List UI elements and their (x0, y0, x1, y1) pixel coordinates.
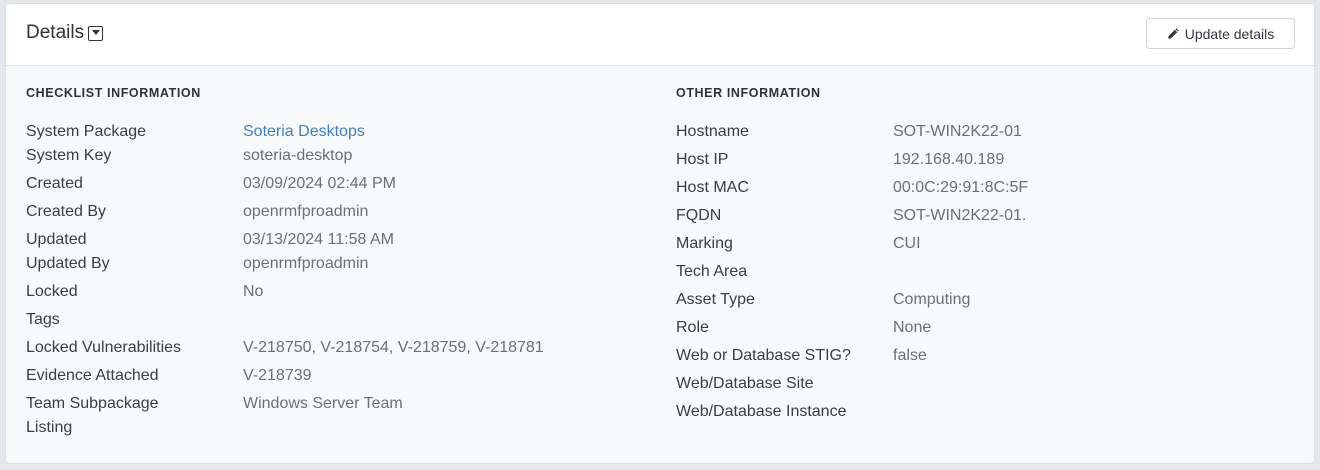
locked-vulnerabilities-label: Locked Vulnerabilities (26, 339, 182, 356)
role-value: None (893, 319, 932, 336)
host-ip-value: 192.168.40.189 (893, 151, 1005, 168)
evidence-attached-label: Evidence Attached (26, 367, 159, 384)
tags-label: Tags (26, 311, 60, 328)
updated-value: 03/13/2024 11:58 AM (243, 231, 394, 248)
web-or-database-stig-label: Web or Database STIG? (676, 347, 851, 364)
other-information-section: OTHER INFORMATION Hostname SOT-WIN2K22-0… (676, 66, 1296, 428)
marking-label: Marking (676, 235, 733, 252)
hostname-value: SOT-WIN2K22-01 (893, 123, 1022, 140)
row-asset-type: Asset Type Computing (676, 288, 1296, 312)
update-details-label: Update details (1184, 25, 1275, 42)
other-information-heading: OTHER INFORMATION (676, 86, 821, 100)
tech-area-label: Tech Area (676, 263, 748, 280)
fqdn-value: SOT-WIN2K22-01. (893, 207, 1027, 224)
checklist-information-heading: CHECKLIST INFORMATION (26, 86, 201, 100)
checklist-information-section: CHECKLIST INFORMATION System Package Sot… (26, 66, 646, 440)
team-subpackage-value: Windows Server Team (243, 395, 403, 412)
locked-value: No (243, 283, 264, 300)
row-updated-by: Updated By openrmfproadmin (26, 252, 646, 276)
row-tags: Tags (26, 308, 646, 332)
updated-label: Updated (26, 231, 87, 248)
row-hostname: Hostname SOT-WIN2K22-01 (676, 120, 1296, 144)
row-host-ip: Host IP 192.168.40.189 (676, 148, 1296, 172)
card-header: Details Update details (6, 4, 1314, 66)
row-system-package: System Package Soteria Desktops (26, 120, 646, 144)
created-label: Created (26, 175, 83, 192)
system-package-label: System Package (26, 123, 147, 140)
row-locked-vulnerabilities: Locked Vulnerabilities V-218750, V-21875… (26, 336, 646, 360)
web-or-database-stig-value: false (893, 347, 927, 364)
checklist-rows: System Package Soteria Desktops System K… (26, 120, 646, 440)
row-updated: Updated 03/13/2024 11:58 AM (26, 228, 646, 252)
updated-by-value: openrmfproadmin (243, 255, 369, 272)
row-web-database-site: Web/Database Site (676, 372, 1296, 396)
host-mac-value: 00:0C:29:91:8C:5F (893, 179, 1029, 196)
row-system-key: System Key soteria-desktop (26, 144, 646, 168)
team-subpackage-label-line2: Listing (26, 419, 73, 436)
web-database-instance-label: Web/Database Instance (676, 403, 847, 420)
row-host-mac: Host MAC 00:0C:29:91:8C:5F (676, 176, 1296, 200)
marking-value: CUI (893, 235, 921, 252)
fqdn-label: FQDN (676, 207, 722, 224)
row-tech-area: Tech Area (676, 260, 1296, 284)
row-fqdn: FQDN SOT-WIN2K22-01. (676, 204, 1296, 228)
row-locked: Locked No (26, 280, 646, 304)
row-web-or-database-stig: Web or Database STIG? false (676, 344, 1296, 368)
created-by-value: openrmfproadmin (243, 203, 369, 220)
row-evidence-attached: Evidence Attached V-218739 (26, 364, 646, 388)
system-key-label: System Key (26, 147, 112, 164)
pencil-icon (1167, 28, 1179, 39)
hostname-label: Hostname (676, 123, 749, 140)
team-subpackage-label: Team Subpackage Listing (26, 392, 243, 440)
details-title: Details (26, 22, 85, 43)
update-details-button[interactable]: Update details (1146, 18, 1295, 49)
row-web-database-instance: Web/Database Instance (676, 400, 1296, 424)
system-package-link[interactable]: Soteria Desktops (243, 120, 365, 144)
row-marking: Marking CUI (676, 232, 1296, 256)
team-subpackage-label-line1: Team Subpackage (26, 395, 159, 412)
other-rows: Hostname SOT-WIN2K22-01 Host IP 192.168.… (676, 120, 1296, 424)
host-mac-label: Host MAC (676, 179, 749, 196)
caret-down-square-icon[interactable] (88, 25, 104, 41)
locked-label: Locked (26, 283, 78, 300)
created-value: 03/09/2024 02:44 PM (243, 175, 397, 192)
evidence-attached-value: V-218739 (243, 367, 312, 384)
card-title: Details (26, 22, 104, 44)
row-created: Created 03/09/2024 02:44 PM (26, 172, 646, 196)
system-key-value: soteria-desktop (243, 147, 353, 164)
updated-by-label: Updated By (26, 255, 110, 272)
web-database-site-label: Web/Database Site (676, 375, 814, 392)
created-by-label: Created By (26, 203, 107, 220)
locked-vulnerabilities-value: V-218750, V-218754, V-218759, V-218781 (243, 339, 544, 356)
row-created-by: Created By openrmfproadmin (26, 200, 646, 224)
row-role: Role None (676, 316, 1296, 340)
asset-type-value: Computing (893, 291, 971, 308)
row-team-subpackage: Team Subpackage Listing Windows Server T… (26, 392, 646, 440)
asset-type-label: Asset Type (676, 291, 755, 308)
role-label: Role (676, 319, 709, 336)
details-card: Details Update details CHECKLIST INFORMA… (5, 3, 1315, 464)
host-ip-label: Host IP (676, 151, 729, 168)
